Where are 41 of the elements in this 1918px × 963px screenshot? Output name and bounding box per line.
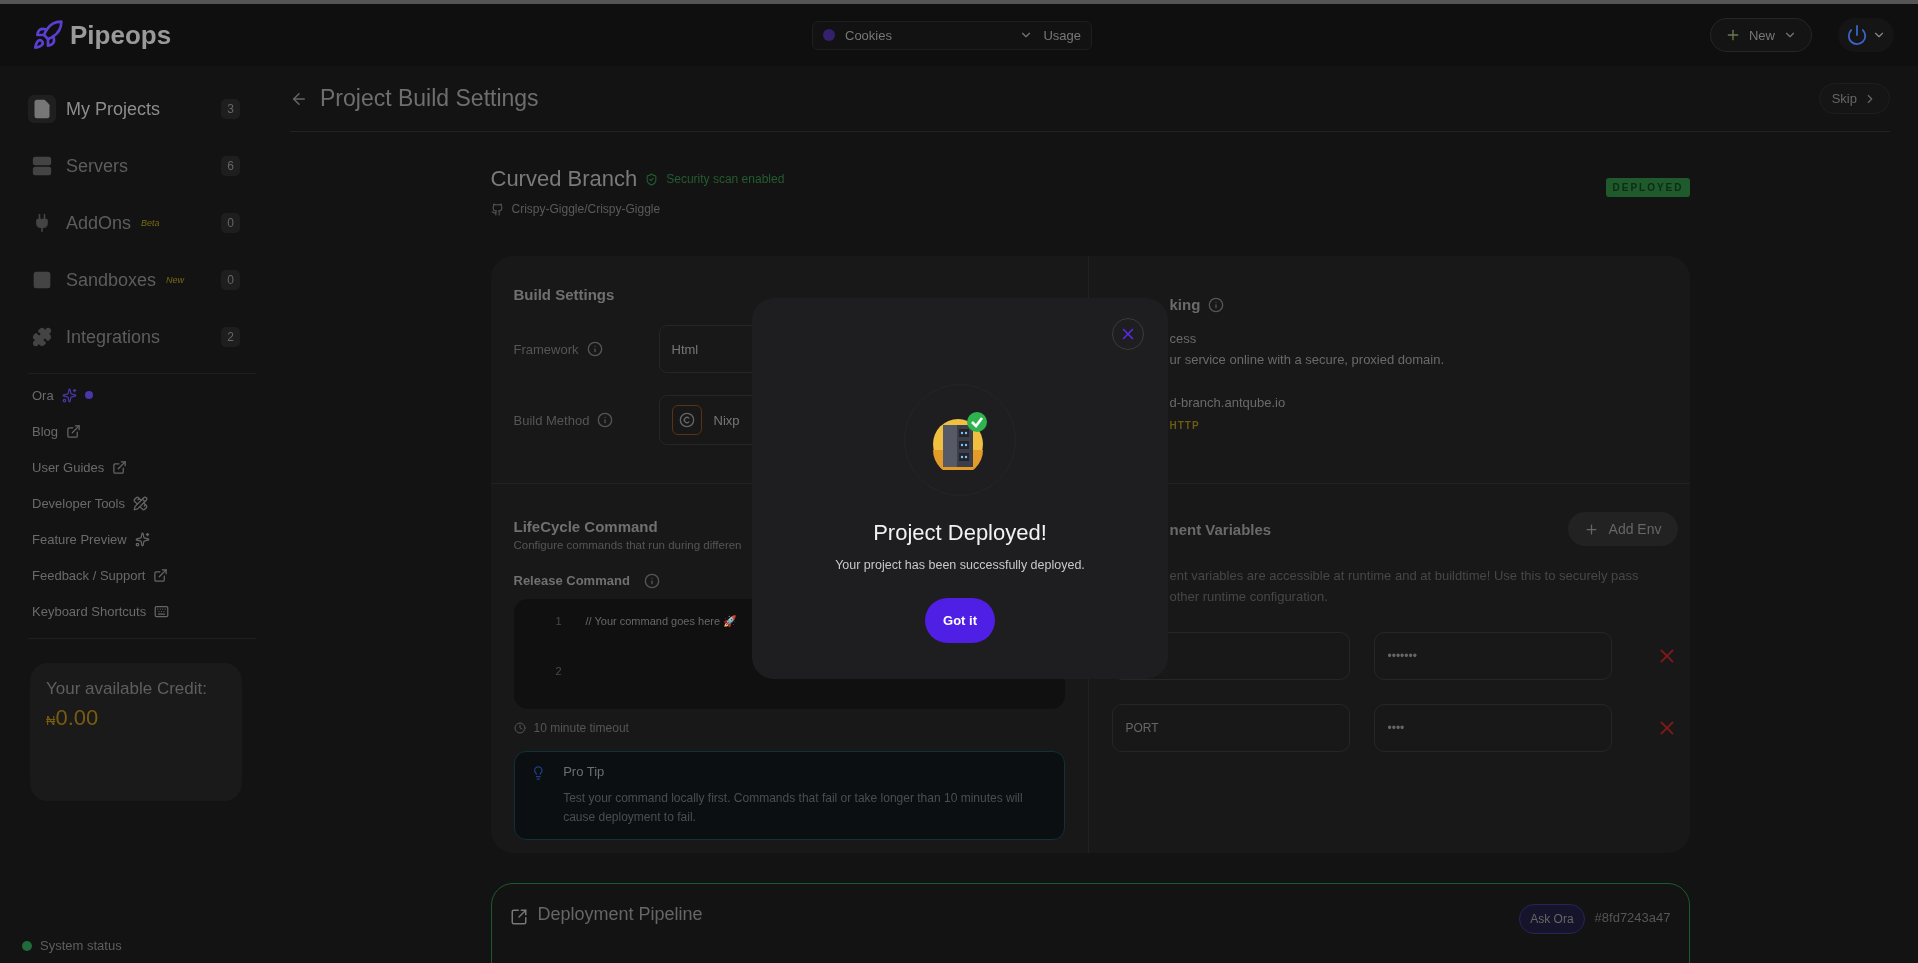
usage-label: Usage <box>1043 27 1081 43</box>
field-label: Framework <box>513 341 579 357</box>
workspace-name: Cookies <box>845 27 893 43</box>
dialog-message: Your project has been successfully deployed. <box>835 558 1085 572</box>
pipeline-title: Deployment Pipeline <box>537 904 703 925</box>
credit-amount: ₦0.00 <box>46 705 100 731</box>
section-title: LifeCycle Command <box>513 518 658 535</box>
item-tag: New <box>166 275 185 285</box>
sidebar-item-label: Servers <box>66 155 128 177</box>
domain-text: d-branch.antqube.io <box>1169 395 1287 410</box>
item-count: 2 <box>221 327 240 347</box>
security-status: Security scan enabled <box>666 172 785 186</box>
item-tag: Beta <box>141 218 160 228</box>
section-description: ur service online with a secure, proxied domain. <box>1169 352 1446 367</box>
section-title: Build Settings <box>513 286 615 303</box>
section-title: king <box>1169 296 1201 313</box>
field-label: Release Command <box>513 573 630 588</box>
section-description: Configure commands that run during differen <box>513 539 742 551</box>
section-title: nent Variables <box>1169 520 1272 538</box>
sidebar-item-label: Integrations <box>66 326 161 348</box>
sidebar-item-label: My Projects <box>66 98 161 120</box>
tip-text: Test your command locally first. Commands that fail or take longer than 10 minutes will cause deployment to fail. <box>563 790 1024 826</box>
credit-label: Your available Credit: <box>46 679 208 699</box>
repository-name: Crispy-Giggle/Crispy-Giggle <box>511 202 661 216</box>
item-count: 6 <box>221 156 240 176</box>
tip-title: Pro Tip <box>563 764 606 779</box>
item-count: 0 <box>221 270 240 290</box>
item-count: 3 <box>221 99 240 119</box>
commit-hash: #8fd7243a47 <box>1594 910 1671 925</box>
code-line: // Your command goes here 🚀 <box>585 615 738 628</box>
protocol-tag: HTTP <box>1169 420 1678 431</box>
project-name: Curved Branch <box>490 166 638 192</box>
timeout-label: 10 minute timeout <box>533 721 629 735</box>
item-count: 0 <box>221 213 240 233</box>
sidebar-item-label: Sandboxes <box>66 269 157 291</box>
access-label: cess <box>1169 331 1198 346</box>
brand-name: Pipeops <box>70 19 172 51</box>
page-title: Project Build Settings <box>320 85 539 112</box>
field-label: Build Method <box>513 412 590 428</box>
sidebar-item-label: AddOns <box>66 212 132 234</box>
dialog-title: Project Deployed! <box>873 520 1047 546</box>
